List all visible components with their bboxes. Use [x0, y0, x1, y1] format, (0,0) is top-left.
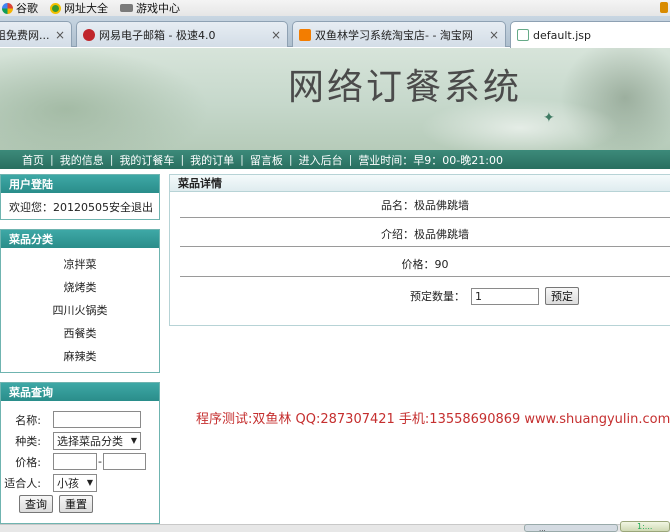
document-icon — [517, 29, 529, 41]
logout-link[interactable]: 安全退出 — [109, 199, 153, 215]
dish-search-panel: 菜品查询 名称: 种类: 选择菜品分类 ▼ 价格: - 适合人: 小孩 ▼ 查询… — [0, 382, 160, 524]
name-label: 名称: — [15, 413, 41, 427]
price-separator: - — [98, 455, 102, 468]
fit-select[interactable]: 小孩 ▼ — [53, 473, 97, 492]
bookmark-google[interactable]: 谷歌 — [2, 0, 38, 16]
fit-label: 适合人: — [4, 476, 41, 490]
type-label: 种类: — [15, 434, 41, 448]
nav-separator: | — [288, 153, 293, 166]
category-item-bbq[interactable]: 烧烤类 — [1, 276, 159, 299]
category-item-spicy[interactable]: 麻辣类 — [1, 345, 159, 368]
category-panel: 菜品分类 凉拌菜 烧烤类 四川火锅类 西餐类 麻辣类 — [0, 229, 160, 373]
category-item-sichuan-hotpot[interactable]: 四川火锅类 — [1, 299, 159, 322]
business-hours: 营业时间：早9：00-晚21:00 — [358, 153, 503, 167]
tab-default-jsp[interactable]: default.jsp — [510, 21, 670, 48]
butterfly-icon: ✦ — [543, 110, 555, 126]
category-item-western[interactable]: 西餐类 — [1, 322, 159, 345]
dish-detail-panel: 菜品详情 品名：极品佛跳墙 介绍：极品佛跳墙 价格：90 预定数量： 1 预定 — [169, 174, 670, 326]
nav-separator: | — [109, 153, 114, 166]
google-icon — [2, 2, 13, 14]
price-label: 价格: — [15, 455, 41, 469]
bookmark-game-center[interactable]: 游戏中心 — [120, 0, 180, 16]
tab-taobao-shop[interactable]: 双鱼林学习系统淘宝店- - 淘宝网 × — [292, 21, 506, 47]
order-button[interactable]: 预定 — [545, 287, 579, 305]
query-button[interactable]: 查询 — [19, 494, 53, 513]
divider — [180, 246, 670, 247]
site-title: 网络订餐系统 — [288, 67, 523, 108]
nav-admin[interactable]: 进入后台 — [299, 152, 343, 168]
price-min-input[interactable] — [53, 453, 97, 470]
divider — [180, 217, 670, 218]
tab-title: 双鱼林学习系统淘宝店- - 淘宝网 — [315, 28, 473, 42]
developer-contact-text: 程序测试:双鱼林 QQ:287307421 手机:13558690869 www… — [196, 412, 670, 427]
user-login-panel: 用户登陆 欢迎您：20120505 安全退出 — [0, 174, 160, 220]
name-input[interactable] — [53, 411, 141, 428]
login-status: 欢迎您：20120505 安全退出 — [1, 193, 159, 215]
fit-select-value: 小孩 — [57, 476, 79, 490]
panel-title: 菜品详情 — [170, 175, 670, 192]
tab-title: default.jsp — [533, 28, 591, 42]
nav-my-cart[interactable]: 我的订餐车 — [119, 152, 174, 168]
site-banner: 网络订餐系统 ✦ — [0, 48, 670, 150]
nav-my-info[interactable]: 我的信息 — [60, 152, 104, 168]
nav-separator: | — [348, 153, 353, 166]
type-select[interactable]: 选择菜品分类 ▼ — [53, 431, 141, 450]
order-quantity-row: 预定数量： 1 预定 — [410, 287, 579, 305]
bookmark-label: 谷歌 — [16, 2, 38, 15]
close-icon[interactable]: × — [271, 28, 281, 42]
status-notification[interactable]: ... — [524, 524, 618, 532]
close-icon[interactable]: × — [489, 28, 499, 42]
bookmark-label: 游戏中心 — [136, 2, 180, 15]
price-max-input[interactable] — [102, 453, 146, 470]
close-icon[interactable]: × — [55, 28, 65, 42]
tab-title: 网易电子邮箱 - 极速4.0 — [99, 28, 216, 42]
nav-separator: | — [180, 153, 185, 166]
taobao-icon — [299, 28, 311, 41]
tab-strip: 组免费网... × 网易电子邮箱 - 极速4.0 × 双鱼林学习系统淘宝店- -… — [0, 16, 670, 48]
tab-title: 组免费网... — [0, 28, 50, 42]
nav-message-board[interactable]: 留言板 — [250, 152, 283, 168]
tab-free-site[interactable]: 组免费网... × — [0, 21, 72, 47]
category-item-cold-dishes[interactable]: 凉拌菜 — [1, 253, 159, 276]
tab-netease-mail[interactable]: 网易电子邮箱 - 极速4.0 × — [76, 21, 288, 47]
gamepad-icon — [120, 4, 133, 12]
bookmark-label: 网址大全 — [64, 2, 108, 15]
bookmark-web-directory[interactable]: 网址大全 — [50, 0, 108, 16]
type-select-value: 选择菜品分类 — [57, 434, 123, 448]
nav-separator: | — [50, 153, 54, 166]
netease-mail-icon — [83, 28, 95, 41]
dish-price: 价格：90 — [401, 258, 449, 271]
divider — [180, 276, 670, 277]
main-nav: 首页 | 我的信息 | 我的订餐车 | 我的订单 | 留言板 | 进入后台 | … — [0, 150, 670, 169]
nav-my-orders[interactable]: 我的订单 — [190, 152, 234, 168]
panel-title: 菜品查询 — [1, 383, 159, 401]
panel-title: 用户登陆 — [1, 175, 159, 193]
web-directory-icon — [50, 2, 61, 14]
reset-button[interactable]: 重置 — [59, 494, 93, 513]
extension-icon[interactable] — [660, 2, 668, 13]
chevron-down-icon: ▼ — [86, 478, 93, 487]
bookmarks-bar: 谷歌 网址大全 游戏中心 — [0, 0, 670, 16]
dish-intro: 介绍：极品佛跳墙 — [381, 228, 469, 241]
nav-separator: | — [240, 153, 244, 166]
banner-decoration — [0, 48, 210, 150]
panel-title: 菜品分类 — [1, 230, 159, 248]
quantity-label: 预定数量： — [410, 290, 465, 303]
status-app-button[interactable]: 1:... — [620, 521, 670, 532]
dish-name: 品名：极品佛跳墙 — [381, 199, 469, 212]
nav-home[interactable]: 首页 — [22, 152, 44, 168]
search-form: 名称: 种类: 选择菜品分类 ▼ 价格: - 适合人: 小孩 ▼ 查询 重置 — [1, 401, 159, 514]
welcome-text: 欢迎您：20120505 — [9, 201, 109, 214]
category-list: 凉拌菜 烧烤类 四川火锅类 西餐类 麻辣类 — [1, 248, 159, 368]
chevron-down-icon: ▼ — [130, 436, 137, 445]
quantity-input[interactable]: 1 — [471, 287, 539, 305]
